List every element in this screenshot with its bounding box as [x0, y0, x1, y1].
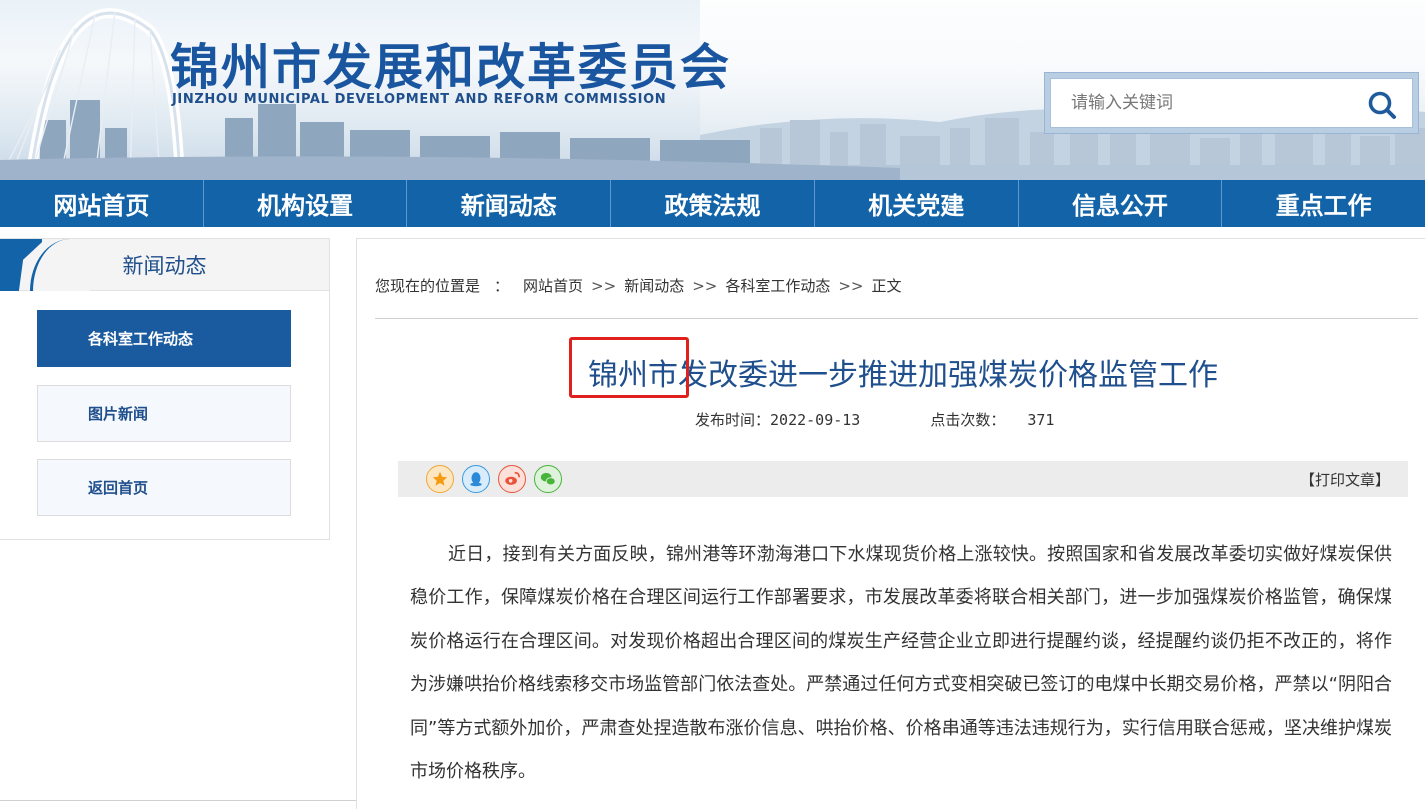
- search-field-wrapper: [1050, 78, 1413, 128]
- article-meta: 发布时间：2022-09-13 点击次数： 371: [695, 409, 1054, 430]
- breadcrumb-separator: >>: [838, 277, 864, 295]
- sidebar-item-department-news[interactable]: 各科室工作动态: [37, 310, 291, 367]
- print-article-link[interactable]: 【打印文章】: [1300, 469, 1390, 490]
- publish-label: 发布时间：: [695, 411, 771, 429]
- article-title: 锦州市发改委进一步推进加强煤炭价格监管工作: [588, 358, 1218, 393]
- share-bar: 【打印文章】: [398, 461, 1408, 497]
- nav-item-news[interactable]: 新闻动态: [407, 180, 612, 227]
- annotation-highlight-box: [569, 337, 689, 398]
- sidebar-item-photo-news[interactable]: 图片新闻: [37, 385, 291, 442]
- sidebar-header: 新闻动态: [0, 239, 329, 291]
- qq-icon: [470, 472, 482, 487]
- qq-share-button[interactable]: [462, 465, 490, 493]
- favorite-share-button[interactable]: [426, 465, 454, 493]
- site-subtitle: JINZHOU MUNICIPAL DEVELOPMENT AND REFORM…: [172, 92, 667, 107]
- publish-date: 2022-09-13: [770, 411, 861, 429]
- views-label: 点击次数：: [930, 411, 1006, 429]
- breadcrumb-separator: >>: [692, 277, 718, 295]
- weibo-icon: [505, 471, 521, 485]
- breadcrumb-current: 正文: [871, 277, 902, 295]
- nav-item-policies[interactable]: 政策法规: [611, 180, 815, 227]
- breadcrumb-department-news[interactable]: 各科室工作动态: [725, 275, 830, 296]
- search-input[interactable]: [1051, 79, 1351, 127]
- sidebar-bottom-rule: [0, 800, 356, 801]
- main-nav: 网站首页 机构设置 新闻动态 政策法规 机关党建 信息公开 重点工作: [0, 180, 1425, 227]
- search-box: [1044, 72, 1419, 134]
- breadcrumb-divider: [375, 318, 1418, 319]
- article-body: 近日，接到有关方面反映，锦州港等环渤海港口下水煤现货价格上涨较快。按照国家和省发…: [410, 544, 1392, 783]
- nav-item-key-work[interactable]: 重点工作: [1222, 180, 1425, 227]
- nav-item-info-disclosure[interactable]: 信息公开: [1019, 180, 1223, 227]
- breadcrumb-home[interactable]: 网站首页: [523, 275, 583, 296]
- sidebar: 新闻动态 各科室工作动态 图片新闻 返回首页: [0, 238, 330, 540]
- favorite-icon: [432, 471, 448, 486]
- weibo-share-button[interactable]: [498, 465, 526, 493]
- breadcrumb: 您现在的位置是 ： 网站首页 >> 新闻动态 >> 各科室工作动态 >> 正文: [375, 275, 902, 296]
- site-title: 锦州市发展和改革委员会: [170, 39, 732, 96]
- wechat-share-button[interactable]: [534, 465, 562, 493]
- breadcrumb-news[interactable]: 新闻动态: [624, 275, 684, 296]
- sidebar-item-back-home[interactable]: 返回首页: [37, 459, 291, 516]
- search-button[interactable]: [1364, 87, 1400, 123]
- breadcrumb-separator: >>: [591, 277, 617, 295]
- wechat-icon: [540, 472, 556, 486]
- nav-item-party-building[interactable]: 机关党建: [815, 180, 1019, 227]
- search-icon: [1368, 91, 1396, 119]
- nav-item-organization[interactable]: 机构设置: [204, 180, 408, 227]
- breadcrumb-prefix: 您现在的位置是: [375, 277, 481, 295]
- nav-item-home[interactable]: 网站首页: [0, 180, 204, 227]
- breadcrumb-colon: ：: [494, 277, 510, 295]
- sidebar-title: 新闻动态: [122, 254, 207, 278]
- views-count: 371: [1027, 411, 1055, 429]
